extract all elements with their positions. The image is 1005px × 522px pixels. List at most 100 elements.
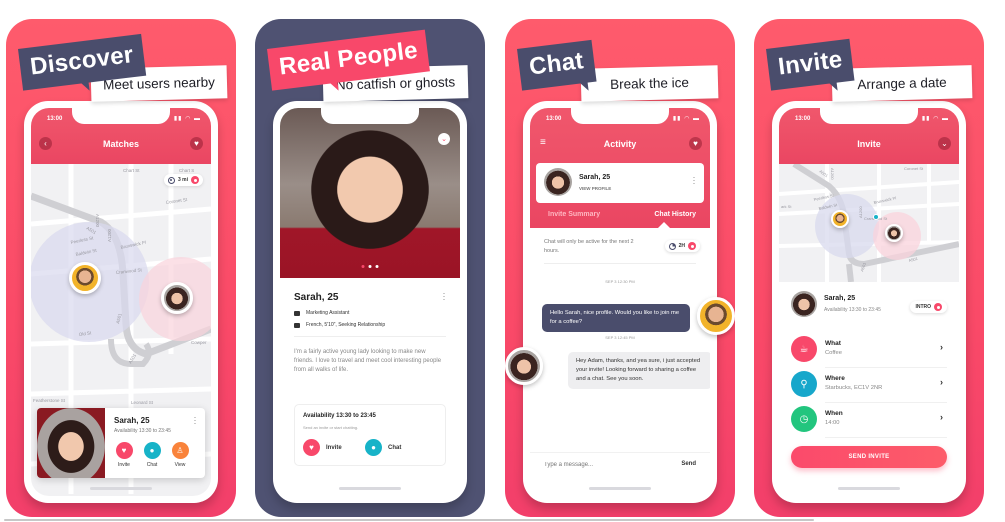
row-value: Coffee — [825, 350, 842, 356]
person-icon: ♙ — [171, 442, 189, 459]
horizontal-scrollbar[interactable] — [4, 519, 814, 521]
intro-button[interactable]: INTRO — [910, 301, 947, 313]
phone-frame: 13:00 ▮▮ ◠ ▬ Invite ⌄ Coronet St A1200 A… — [772, 101, 966, 503]
tab-invite-summary[interactable]: Invite Summary — [548, 211, 600, 218]
availability-card: Availability 13:30 to 23:45 Send an invi… — [294, 404, 446, 466]
profile-bio: I'm a fairly active young lady looking t… — [294, 349, 442, 373]
invite-map[interactable]: Coronet St A1200 A501 Peerless St Baldwi… — [779, 164, 959, 282]
panel-real-people: Real People No catfish or ghosts ⌄ Sarah… — [255, 19, 485, 517]
chat-timer[interactable]: 2H — [664, 240, 700, 252]
chevron-down-icon: ⌄ — [441, 136, 447, 143]
svg-text:Brunswick Pl: Brunswick Pl — [873, 195, 897, 205]
id-card-icon — [294, 322, 300, 328]
match-card[interactable]: Sarah, 25 Availability 13:30 to 23:45 · ·… — [37, 408, 205, 478]
heart-icon: ♥ — [693, 139, 698, 148]
status-icons: ▮▮ ◠ ▬ — [672, 116, 700, 122]
send-button[interactable]: Send — [681, 461, 696, 467]
tab-chat-history[interactable]: Chat History — [654, 211, 696, 218]
svg-text:A1200: A1200 — [95, 214, 100, 228]
user-map-avatar[interactable] — [69, 262, 101, 294]
row-title: What — [825, 340, 841, 347]
status-time: 13:00 — [546, 116, 562, 122]
destination-marker — [873, 214, 879, 220]
view-profile-link[interactable]: VIEW PROFILE — [579, 186, 611, 191]
favorites-button[interactable]: ♥ — [190, 137, 203, 150]
map-road — [31, 386, 211, 397]
match-name: Sarah, 25 — [824, 295, 856, 302]
receiver-avatar — [505, 347, 543, 385]
distance-value: 3 mi — [177, 177, 188, 183]
status-time: 13:00 — [795, 116, 811, 122]
distance-filter[interactable]: 3 mi — [163, 174, 203, 186]
status-icons: ▮▮ ◠ ▬ — [173, 116, 201, 122]
page-dot[interactable] — [375, 265, 379, 268]
row-value: 14:00 — [825, 420, 840, 426]
message-timestamp: SEP 3 12:45 PM — [605, 335, 635, 340]
phone-notch — [820, 108, 918, 124]
profile-photo[interactable] — [280, 108, 460, 278]
chat-action[interactable]: ● Chat — [141, 442, 163, 468]
profile-info: French, 5'10", Seeking Relationship — [294, 322, 385, 328]
invite-action[interactable]: ♥ Invite — [113, 442, 135, 468]
send-invite-button[interactable]: SEND INVITE — [791, 446, 947, 468]
invite-row-where[interactable]: ⚲ Where Starbucks, EC1V 2NR › — [791, 369, 947, 403]
intro-toggle-icon — [934, 303, 942, 311]
status-time: 13:00 — [47, 116, 63, 122]
divider — [294, 336, 446, 337]
message-outgoing: Hello Sarah, nice profile. Would you lik… — [542, 304, 690, 332]
collapse-button[interactable]: ⌄ — [938, 137, 951, 150]
svg-text:Coronet St: Coronet St — [904, 166, 924, 171]
more-options-icon[interactable]: · · · — [692, 173, 696, 188]
action-label: Invite — [118, 462, 130, 468]
svg-text:Chart S: Chart S — [179, 168, 194, 173]
photo-pagination[interactable] — [361, 265, 379, 268]
map-pin-icon: ⚲ — [791, 371, 817, 397]
sender-avatar — [697, 297, 735, 335]
phone-notch — [321, 108, 419, 124]
view-action[interactable]: ♙ View — [169, 442, 191, 468]
match-name: Sarah, 25 — [114, 416, 150, 425]
match-map-avatar[interactable] — [161, 282, 193, 314]
message-timestamp: SEP 3 12:30 PM — [605, 279, 635, 284]
match-map-avatar[interactable] — [885, 224, 903, 242]
panel-invite: Invite Arrange a date 13:00 ▮▮ ◠ ▬ Invit… — [754, 19, 984, 517]
active-tab-indicator — [658, 222, 670, 228]
map-road — [31, 206, 211, 227]
row-value: Starbucks, EC1V 2NR — [825, 385, 883, 391]
panel-chat: Chat Break the ice 13:00 ▮▮ ◠ ▬ ≡ Activi… — [505, 19, 735, 517]
screen-title: Activity — [603, 139, 637, 149]
availability-subtitle: Send an invite or start chatting. — [303, 425, 359, 430]
phone-frame: ⌄ Sarah, 25 · · · Marketing Assistant Fren… — [273, 101, 467, 503]
action-label: View — [174, 462, 186, 468]
message-input[interactable] — [544, 462, 644, 468]
favorites-button[interactable]: ♥ — [689, 137, 702, 150]
matches-screen: 13:00 ▮▮ ◠ ▬ ‹ Matches ♥ Chart St Chart … — [31, 108, 211, 496]
chevron-right-icon: › — [940, 412, 943, 422]
svg-text:Chart St: Chart St — [123, 168, 140, 173]
map-road — [779, 180, 959, 196]
phone-frame: 13:00 ▮▮ ◠ ▬ ≡ Activity ♥ Sarah, 25 VIEW… — [523, 101, 717, 503]
collapse-button[interactable]: ⌄ — [438, 133, 450, 145]
page-dot[interactable] — [361, 265, 365, 268]
chevron-right-icon: › — [940, 342, 943, 352]
invite-row-when[interactable]: ◷ When 14:00 › — [791, 404, 947, 438]
chat-button[interactable]: ● Chat — [365, 439, 401, 456]
profile-job: Marketing Assistant — [294, 310, 349, 316]
invite-row-what[interactable]: ☕ What Coffee › — [791, 334, 947, 368]
chevron-right-icon: › — [940, 377, 943, 387]
clock-icon: ◷ — [791, 406, 817, 432]
briefcase-icon — [294, 310, 300, 316]
more-options-icon[interactable]: · · · — [193, 413, 197, 428]
more-options-icon[interactable]: · · · — [442, 289, 446, 304]
invite-button[interactable]: ♥ Invite — [303, 439, 342, 456]
user-map-avatar[interactable] — [831, 210, 849, 228]
user-card[interactable]: Sarah, 25 VIEW PROFILE · · · — [536, 163, 704, 203]
panel-discover: Discover Meet users nearby 13:00 ▮▮ ◠ ▬ … — [6, 19, 236, 517]
page-dot[interactable] — [368, 265, 372, 268]
timer-toggle-icon — [688, 242, 696, 250]
filter-toggle-icon — [191, 176, 199, 184]
svg-text:Featherstone St: Featherstone St — [33, 398, 66, 403]
timer-value: 2H — [678, 243, 685, 249]
home-indicator — [838, 487, 900, 490]
phone-frame: 13:00 ▮▮ ◠ ▬ ‹ Matches ♥ Chart St Chart … — [24, 101, 218, 503]
